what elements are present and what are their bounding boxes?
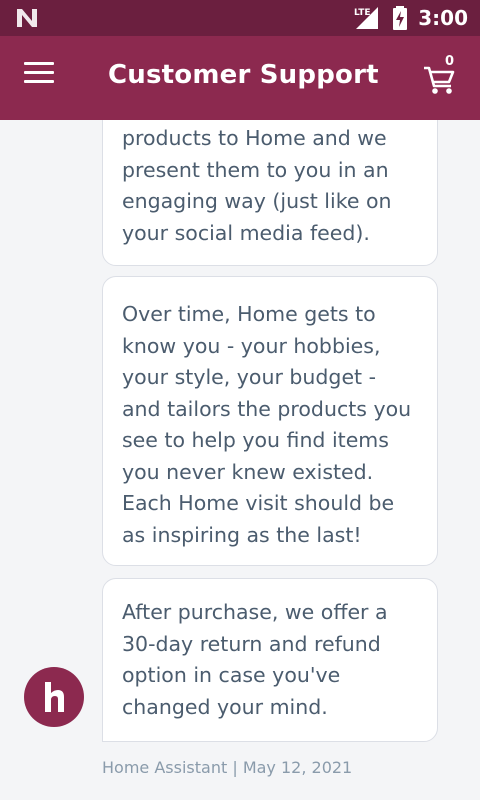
home-logo-icon (45, 682, 64, 712)
app-bar: Customer Support 0 (0, 36, 480, 120)
page-title: Customer Support (108, 60, 379, 90)
status-bar: LTE 3:00 (0, 0, 480, 36)
message-date: May 12, 2021 (242, 758, 353, 777)
chat-thread[interactable]: products to Home and we present them to … (0, 120, 480, 800)
chat-message: products to Home and we present them to … (102, 120, 438, 266)
hamburger-menu-icon[interactable] (24, 62, 60, 94)
meta-separator: | (232, 758, 238, 777)
chat-message: Over time, Home gets to know you - your … (102, 276, 438, 566)
signal-icon: LTE (354, 7, 379, 29)
chat-message: After purchase, we offer a 30-day return… (102, 578, 438, 742)
cart-count-badge: 0 (444, 54, 454, 69)
message-meta: Home Assistant | May 12, 2021 (102, 758, 352, 777)
battery-charging-icon (393, 6, 408, 30)
cart-button[interactable]: 0 (422, 54, 462, 96)
assistant-avatar (24, 667, 84, 727)
status-icons: LTE 3:00 (352, 0, 468, 36)
network-label: LTE (354, 8, 371, 18)
notification-n-icon (17, 9, 37, 27)
status-time: 3:00 (418, 6, 468, 30)
sender-name: Home Assistant (102, 758, 228, 777)
chat-message-text: products to Home and we present them to … (122, 126, 392, 245)
